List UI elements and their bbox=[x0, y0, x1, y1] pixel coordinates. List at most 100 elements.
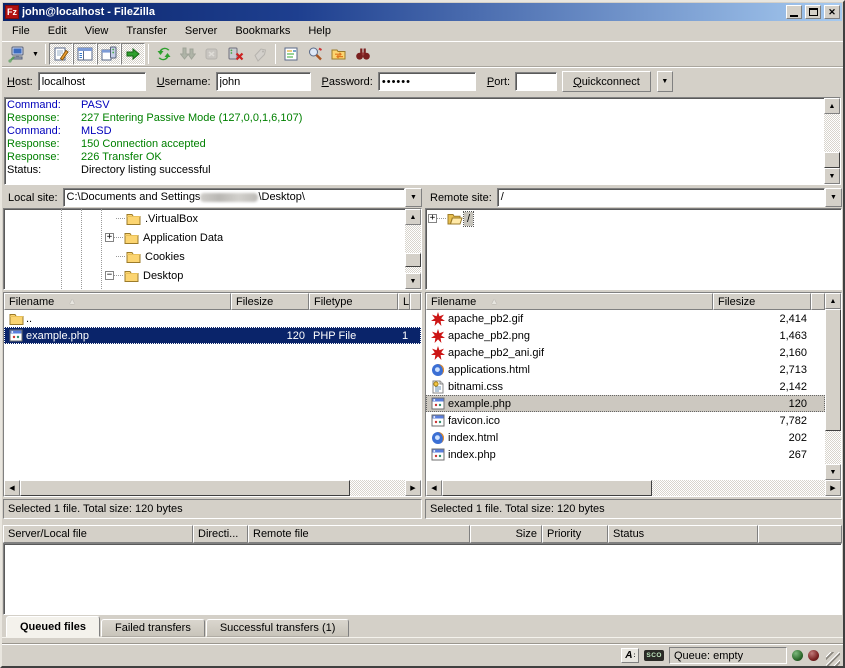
quickconnect-button[interactable]: Quickconnect bbox=[562, 71, 651, 92]
column-header-filesize[interactable]: Filesize bbox=[713, 293, 811, 310]
scroll-thumb[interactable] bbox=[442, 480, 652, 496]
file-row[interactable]: index.html202 bbox=[426, 429, 825, 446]
scroll-thumb[interactable] bbox=[824, 152, 840, 168]
menu-item-view[interactable]: View bbox=[76, 23, 118, 39]
scroll-track[interactable] bbox=[824, 114, 840, 168]
file-size-cell bbox=[231, 310, 309, 327]
remote-site-path[interactable]: / bbox=[497, 188, 825, 207]
remote-site-dropdown-button[interactable]: ▼ bbox=[825, 188, 842, 207]
file-row[interactable]: bitnami.css2,142 bbox=[426, 378, 825, 395]
file-row[interactable]: favicon.ico7,782 bbox=[426, 412, 825, 429]
file-row[interactable]: apache_pb2.gif2,414 bbox=[426, 310, 825, 327]
local-site-combobox[interactable]: C:\Documents and Settings\Desktop\ ▼ bbox=[63, 188, 422, 207]
queue-column-priority[interactable]: Priority bbox=[542, 525, 608, 543]
remote-site-combobox[interactable]: / ▼ bbox=[497, 188, 842, 207]
toggle-local-tree-button[interactable] bbox=[73, 43, 97, 65]
menu-item-file[interactable]: File bbox=[3, 23, 39, 39]
file-row[interactable]: example.php120PHP File1 bbox=[4, 327, 421, 344]
close-button[interactable]: ✕ bbox=[824, 5, 840, 19]
local-site-dropdown-button[interactable]: ▼ bbox=[405, 188, 422, 207]
tree-item[interactable]: +Application Data bbox=[4, 228, 405, 247]
remote-list-vscrollbar[interactable]: ▲ ▼ bbox=[825, 293, 841, 480]
queue-column-size[interactable]: Size bbox=[470, 525, 542, 543]
menu-item-server[interactable]: Server bbox=[176, 23, 226, 39]
transfer-queue-body[interactable] bbox=[3, 543, 842, 615]
scroll-down-button[interactable]: ▼ bbox=[825, 464, 841, 480]
resize-grip[interactable] bbox=[826, 652, 840, 666]
scroll-up-button[interactable]: ▲ bbox=[824, 98, 840, 114]
expand-icon[interactable]: + bbox=[428, 214, 437, 223]
scroll-left-button[interactable]: ◀ bbox=[426, 480, 442, 496]
scroll-track[interactable] bbox=[442, 480, 825, 496]
scroll-thumb[interactable] bbox=[405, 253, 421, 267]
scroll-up-button[interactable]: ▲ bbox=[405, 209, 421, 225]
file-row[interactable]: index.php267 bbox=[426, 446, 825, 463]
column-header-filesize[interactable]: Filesize bbox=[231, 293, 309, 310]
log-line-text: 150 Connection accepted bbox=[81, 138, 206, 151]
toggle-message-log-button[interactable] bbox=[49, 43, 73, 65]
scroll-up-button[interactable]: ▲ bbox=[825, 293, 841, 309]
scroll-thumb[interactable] bbox=[20, 480, 350, 496]
username-input[interactable] bbox=[216, 72, 311, 91]
column-header-filetype[interactable]: Filetype bbox=[309, 293, 398, 310]
message-log-scrollbar[interactable]: ▲ ▼ bbox=[824, 98, 840, 184]
site-manager-dropdown-button[interactable]: ▼ bbox=[29, 43, 42, 65]
file-search-button[interactable] bbox=[351, 43, 375, 65]
file-row[interactable]: .. bbox=[4, 310, 421, 327]
directory-filter-button[interactable] bbox=[279, 43, 303, 65]
titlebar[interactable]: Fz john@localhost - FileZilla ✕ bbox=[3, 3, 842, 21]
column-header-l[interactable]: L bbox=[398, 293, 410, 310]
local-site-path[interactable]: C:\Documents and Settings\Desktop\ bbox=[63, 188, 405, 207]
local-tree-scrollbar[interactable]: ▲ ▼ bbox=[405, 209, 421, 289]
toggle-transfer-queue-button[interactable] bbox=[121, 43, 145, 65]
ascii-datatype-icon[interactable]: A: bbox=[621, 648, 639, 663]
file-row[interactable]: apache_pb2.png1,463 bbox=[426, 327, 825, 344]
tab-queued-files[interactable]: Queued files bbox=[6, 616, 100, 637]
tree-item[interactable]: −Desktop bbox=[4, 266, 405, 285]
password-input[interactable] bbox=[378, 72, 476, 91]
scroll-down-button[interactable]: ▼ bbox=[405, 273, 421, 289]
menu-item-transfer[interactable]: Transfer bbox=[117, 23, 176, 39]
tab-failed-transfers[interactable]: Failed transfers bbox=[101, 619, 205, 637]
site-manager-button[interactable] bbox=[5, 43, 29, 65]
scroll-right-button[interactable]: ▶ bbox=[825, 480, 841, 496]
expand-icon[interactable]: + bbox=[105, 233, 114, 242]
scroll-down-button[interactable]: ▼ bbox=[824, 168, 840, 184]
tree-item[interactable]: Cookies bbox=[4, 247, 405, 266]
disconnect-button[interactable] bbox=[224, 43, 248, 65]
host-input[interactable] bbox=[38, 72, 146, 91]
speed-limit-icon[interactable]: SCO bbox=[644, 650, 664, 661]
file-row[interactable]: apache_pb2_ani.gif2,160 bbox=[426, 344, 825, 361]
scroll-right-button[interactable]: ▶ bbox=[405, 480, 421, 496]
refresh-button[interactable] bbox=[152, 43, 176, 65]
quickconnect-dropdown-button[interactable]: ▼ bbox=[657, 71, 673, 92]
tree-item[interactable]: .VirtualBox bbox=[4, 209, 405, 228]
file-row[interactable]: applications.html2,713 bbox=[426, 361, 825, 378]
scroll-track[interactable] bbox=[825, 309, 841, 464]
maximize-button[interactable] bbox=[805, 5, 821, 19]
queue-column-status[interactable]: Status bbox=[608, 525, 758, 543]
toggle-remote-tree-button[interactable] bbox=[97, 43, 121, 65]
minimize-button[interactable] bbox=[786, 5, 802, 19]
column-header-filename[interactable]: Filename▲ bbox=[4, 293, 231, 310]
queue-column-serverlocalfile[interactable]: Server/Local file bbox=[3, 525, 193, 543]
menu-item-help[interactable]: Help bbox=[299, 23, 340, 39]
scroll-thumb[interactable] bbox=[825, 309, 841, 431]
local-list-hscrollbar[interactable]: ◀ ▶ bbox=[4, 480, 421, 496]
tab-successful-transfers-1-[interactable]: Successful transfers (1) bbox=[206, 619, 350, 637]
scroll-left-button[interactable]: ◀ bbox=[4, 480, 20, 496]
queue-column-remotefile[interactable]: Remote file bbox=[248, 525, 470, 543]
queue-column-directi[interactable]: Directi... bbox=[193, 525, 248, 543]
menu-item-bookmarks[interactable]: Bookmarks bbox=[226, 23, 299, 39]
column-header-filename[interactable]: Filename▲ bbox=[426, 293, 713, 310]
directory-compare-button[interactable] bbox=[303, 43, 327, 65]
scroll-track[interactable] bbox=[405, 225, 421, 273]
menu-item-edit[interactable]: Edit bbox=[39, 23, 76, 39]
remote-list-hscrollbar[interactable]: ◀ ▶ bbox=[426, 480, 841, 496]
tree-item[interactable]: +/ bbox=[426, 209, 841, 228]
scroll-track[interactable] bbox=[20, 480, 405, 496]
collapse-icon[interactable]: − bbox=[105, 271, 114, 280]
port-input[interactable] bbox=[515, 72, 557, 91]
synchronized-browsing-button[interactable] bbox=[327, 43, 351, 65]
file-row[interactable]: example.php120 bbox=[426, 395, 825, 412]
